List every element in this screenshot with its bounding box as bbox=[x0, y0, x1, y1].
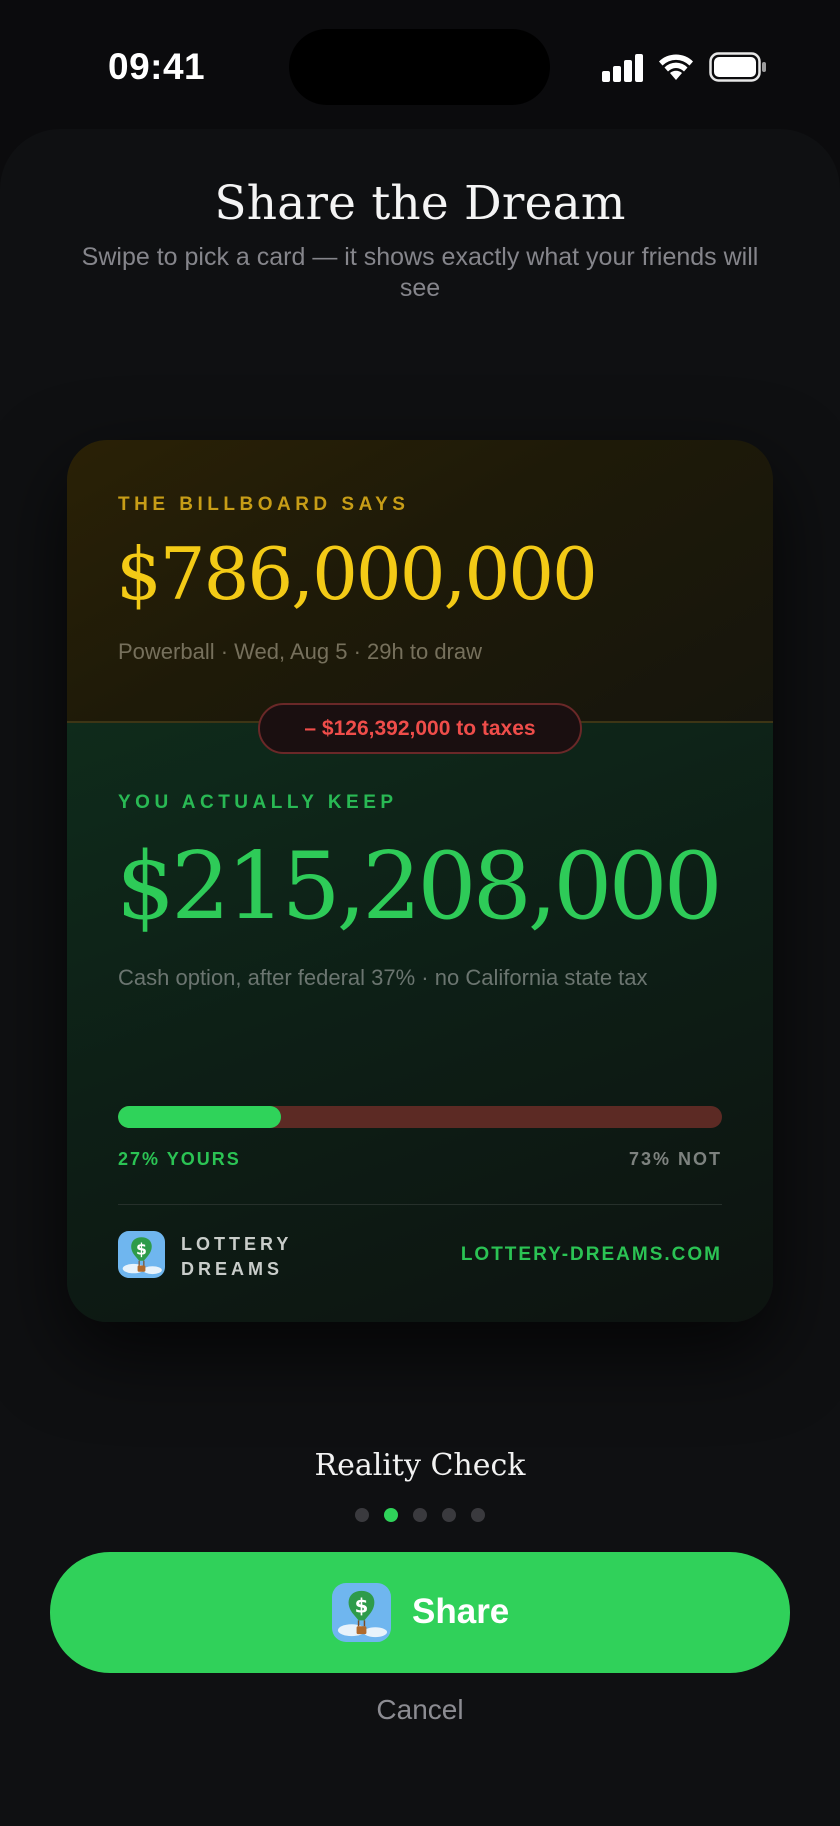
sheet-title: Share the Dream bbox=[214, 176, 626, 231]
brand-url: LOTTERY-DREAMS.COM bbox=[460, 1244, 722, 1265]
page-dot[interactable] bbox=[413, 1508, 427, 1522]
status-time: 09:41 bbox=[108, 46, 206, 87]
share-progress-fill bbox=[118, 1106, 282, 1128]
brand-name: LOTTERY DREAMS bbox=[181, 1232, 292, 1282]
billboard-label: THE BILLBOARD SAYS bbox=[118, 494, 410, 515]
billboard-amount: $786,000,000 bbox=[116, 532, 598, 616]
share-card[interactable]: THE BILLBOARD SAYS $786,000,000 Powerbal… bbox=[67, 440, 773, 1322]
page-dot[interactable] bbox=[442, 1508, 456, 1522]
not-label: 73% NOT bbox=[628, 1149, 722, 1169]
page-indicator[interactable] bbox=[355, 1508, 485, 1522]
svg-text:$: $ bbox=[355, 1595, 369, 1618]
cancel-button[interactable]: Cancel bbox=[0, 1694, 840, 1726]
card-name: Reality Check bbox=[314, 1448, 526, 1483]
tax-pill: – $126,392,000 to taxes bbox=[258, 703, 582, 754]
keep-meta: Cash option, after federal 37% · no Cali… bbox=[118, 965, 648, 990]
sheet-subtitle: Swipe to pick a card — it shows exactly … bbox=[81, 243, 759, 302]
page-dot[interactable] bbox=[384, 1508, 398, 1522]
money-balloon-icon: $ bbox=[118, 1231, 165, 1278]
brand-name-line2: DREAMS bbox=[181, 1259, 284, 1279]
yours-label: 27% YOURS bbox=[118, 1149, 241, 1169]
keep-amount: $215,208,000 bbox=[116, 832, 723, 940]
keep-label: YOU ACTUALLY KEEP bbox=[118, 792, 398, 813]
money-balloon-icon: $ bbox=[332, 1583, 391, 1642]
page-dot[interactable] bbox=[471, 1508, 485, 1522]
brand-name-line1: LOTTERY bbox=[181, 1234, 293, 1254]
share-button-label[interactable]: Share bbox=[412, 1592, 509, 1632]
battery-icon bbox=[709, 52, 766, 82]
dynamic-island bbox=[289, 29, 550, 105]
billboard-meta: Powerball · Wed, Aug 5 · 29h to draw bbox=[118, 639, 483, 664]
wifi-icon bbox=[659, 54, 693, 80]
cellular-signal-icon bbox=[602, 54, 644, 82]
page-dot[interactable] bbox=[355, 1508, 369, 1522]
svg-text:$: $ bbox=[136, 1240, 147, 1259]
card-footer-divider bbox=[118, 1204, 722, 1205]
share-progress-bar bbox=[118, 1106, 722, 1128]
